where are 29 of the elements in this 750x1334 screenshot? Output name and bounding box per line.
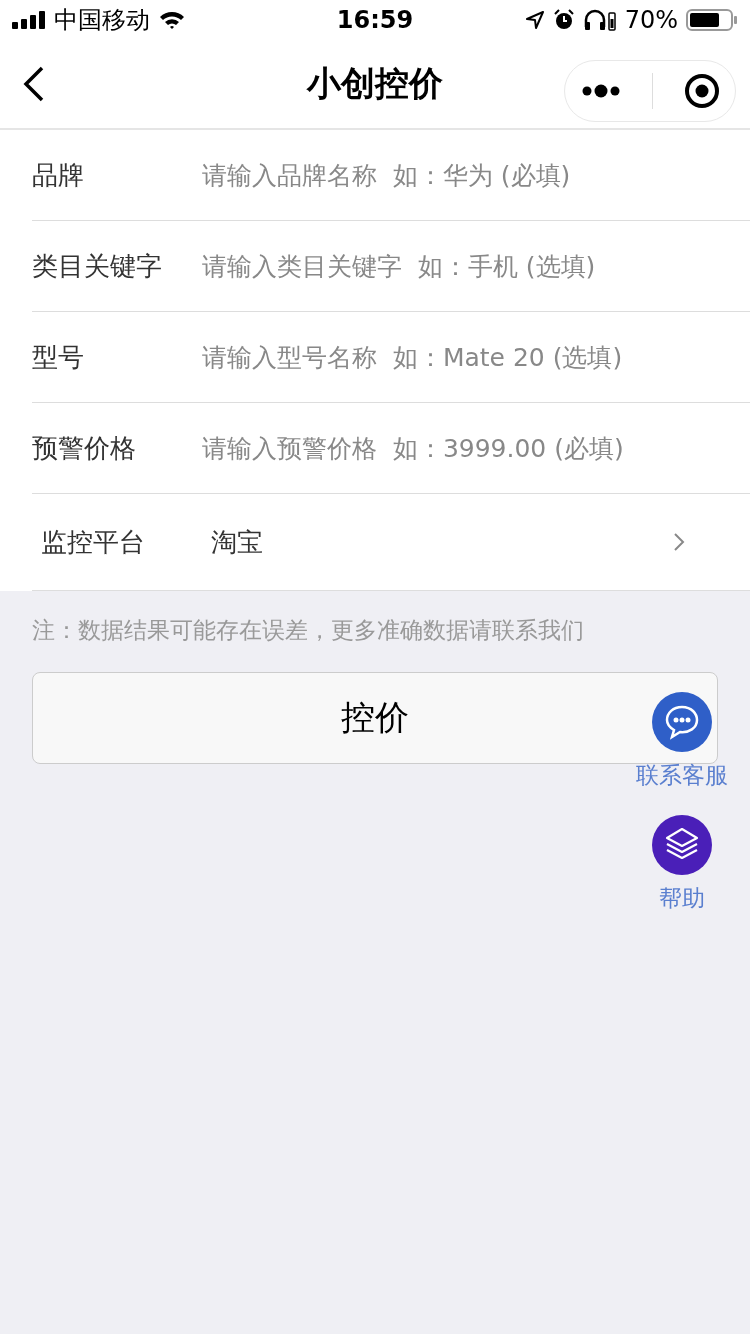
more-icon[interactable]: [580, 84, 621, 98]
wifi-icon: [158, 10, 186, 30]
battery-icon: [686, 8, 738, 32]
back-icon[interactable]: [22, 65, 46, 103]
field-label: 型号: [32, 340, 85, 374]
field-label: 类目关键字: [32, 249, 163, 283]
platform-picker[interactable]: 监控平台 淘宝: [32, 494, 750, 591]
input-field[interactable]: 请输入预警价格 如：3999.00 (必填): [202, 433, 750, 463]
location-icon: [524, 10, 545, 30]
note-text: 注：数据结果可能存在误差，更多准确数据请联系我们: [31, 616, 585, 645]
submit-button[interactable]: 控价: [32, 672, 718, 764]
carrier-name: 中国移动: [54, 5, 150, 36]
headphones-icon: [582, 9, 617, 31]
chevron-icon: [672, 531, 686, 553]
field-label: 监控平台: [41, 525, 146, 559]
battery-percent: 70%: [624, 6, 678, 34]
signal-icon: [12, 11, 46, 29]
input-field[interactable]: 请输入型号名称 如：Mate 20 (选填): [202, 342, 750, 372]
close-icon[interactable]: [683, 73, 720, 109]
input-field[interactable]: 请输入品牌名称 如：华为 (必填): [202, 160, 750, 190]
picker-value: 淘宝: [211, 525, 264, 559]
alarm-icon: [552, 9, 575, 31]
input-field[interactable]: 请输入类目关键字 如：手机 (选填): [202, 251, 750, 281]
page-title: 小创控价: [305, 62, 444, 105]
field-label: 品牌: [32, 158, 85, 192]
floating-icon[interactable]: [652, 815, 712, 875]
field-label: 预警价格: [32, 431, 137, 465]
floating-icon[interactable]: [652, 692, 712, 752]
status-time: 16:59: [335, 6, 415, 34]
